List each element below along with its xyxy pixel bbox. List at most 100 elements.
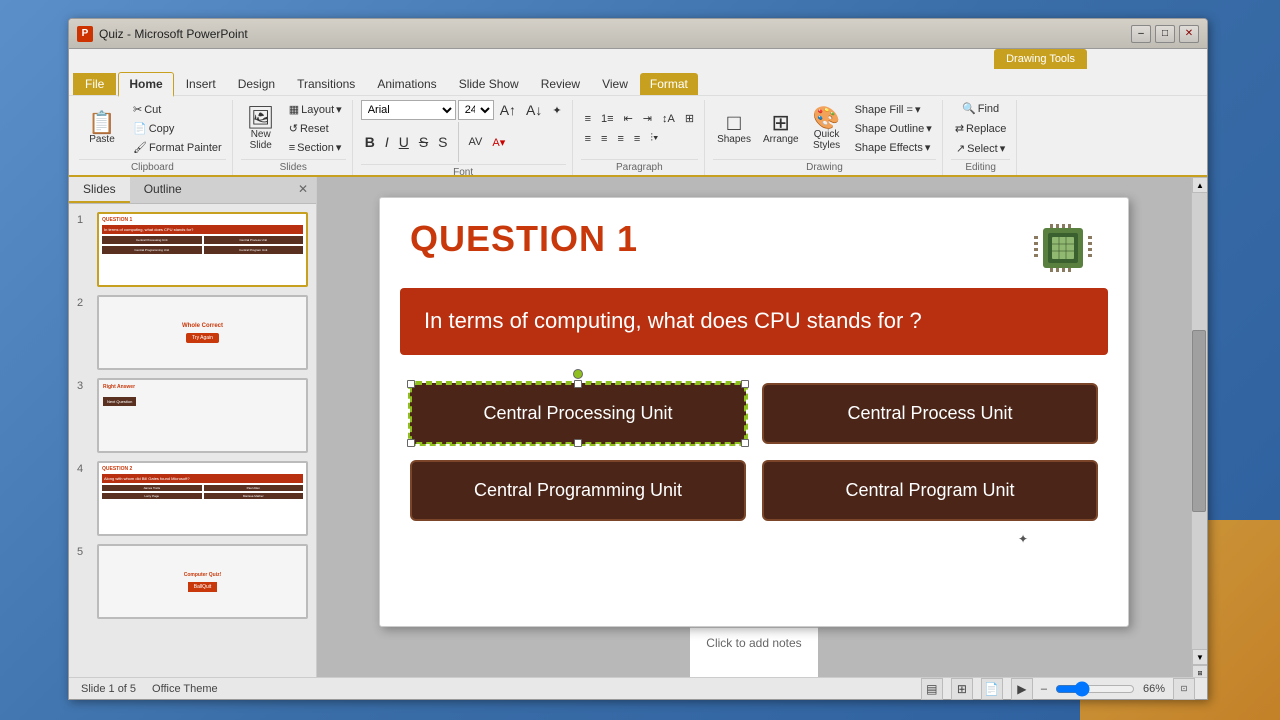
zoom-fit-button[interactable]: ⊡	[1173, 678, 1195, 700]
canvas-area[interactable]: QUESTION 1	[317, 177, 1191, 677]
thumb1-ans3: Central Programming Unit	[102, 246, 202, 254]
text-direction-button[interactable]: ↕A	[658, 111, 679, 127]
tab-design[interactable]: Design	[228, 73, 285, 95]
scroll-up-button[interactable]: ▲	[1192, 177, 1207, 193]
columns-button[interactable]: ⫶▾	[646, 130, 662, 147]
vertical-scrollbar[interactable]: ▲ ▼ ⊞ ▼	[1191, 177, 1207, 677]
justify-button[interactable]: ≡	[630, 131, 644, 147]
answer-button-1[interactable]: Central Processing Unit	[410, 383, 746, 444]
paragraph-content: ≡ 1≡ ⇤ ⇥ ↕A ⊞ ≡ ≡ ≡ ≡ ⫶▾	[581, 100, 698, 157]
rotation-handle[interactable]	[573, 369, 583, 379]
tab-insert[interactable]: Insert	[176, 73, 226, 95]
panel-close-button[interactable]: ✕	[290, 177, 316, 203]
panel-tab-outline[interactable]: Outline	[130, 177, 196, 203]
shadow-button[interactable]: S	[434, 132, 451, 152]
panel-tab-slides[interactable]: Slides	[69, 177, 130, 203]
close-button[interactable]: ✕	[1179, 25, 1199, 43]
thumb4-title: QUESTION 2	[102, 466, 303, 472]
shape-outline-button[interactable]: Shape Outline ▾	[851, 120, 936, 137]
scroll-thumb-v[interactable]	[1192, 330, 1206, 512]
format-painter-button[interactable]: 🖌 Format Painter	[129, 139, 226, 156]
slide-sorter-button[interactable]: ⊞	[951, 678, 973, 700]
reset-button[interactable]: ↺ Reset	[285, 120, 346, 137]
slide-thumbnail-1[interactable]: 1 QUESTION 1 In terms of computing, what…	[77, 212, 308, 287]
find-button[interactable]: 🔍 Find	[958, 100, 1003, 117]
slide-thumbnail-3[interactable]: 3 Right Answer Next Question	[77, 378, 308, 453]
tab-animations[interactable]: Animations	[367, 73, 446, 95]
shapes-button[interactable]: □ Shapes	[713, 110, 755, 147]
copy-button[interactable]: 📄 Copy	[129, 120, 226, 137]
strikethrough-button[interactable]: S	[415, 132, 432, 152]
align-center-button[interactable]: ≡	[597, 131, 611, 147]
arrange-button[interactable]: ⊞ Arrange	[759, 110, 803, 147]
decrease-font-button[interactable]: A↓	[522, 100, 546, 120]
main-area: Slides Outline ✕ 1 QUESTION 1 In terms o…	[69, 177, 1207, 677]
char-spacing-button[interactable]: AV	[465, 134, 487, 150]
section-button[interactable]: ≡ Section ▾	[285, 139, 346, 156]
decrease-indent-button[interactable]: ⇤	[620, 110, 637, 127]
slide-thumbnail-2[interactable]: 2 Whole Correct Try Again	[77, 295, 308, 370]
canvas-with-scroll: QUESTION 1	[317, 177, 1207, 677]
slide-canvas: QUESTION 1	[379, 197, 1129, 627]
tab-format[interactable]: Format	[640, 73, 698, 95]
ribbon-group-editing: 🔍 Find ⇄ Replace ↗ Select ▾ Editing	[945, 100, 1018, 175]
increase-indent-button[interactable]: ⇥	[639, 110, 656, 127]
slide-thumbnail-5[interactable]: 5 Computer Quiz! BallQuit	[77, 544, 308, 619]
numbering-button[interactable]: 1≡	[597, 111, 618, 127]
notes-area[interactable]: Click to add notes	[690, 627, 817, 677]
underline-button[interactable]: U	[395, 132, 413, 152]
handle-tm	[574, 380, 582, 388]
minimize-button[interactable]: –	[1131, 25, 1151, 43]
slideshow-button[interactable]: ▶	[1011, 678, 1033, 700]
shape-fill-button[interactable]: Shape Fill = ▾	[851, 101, 936, 118]
tab-home[interactable]: Home	[118, 72, 173, 97]
answer-button-4[interactable]: Central Program Unit	[762, 460, 1098, 521]
layout-button[interactable]: ▦ Layout ▾	[285, 101, 346, 118]
slide-number-3: 3	[77, 378, 91, 453]
maximize-button[interactable]: □	[1155, 25, 1175, 43]
notes-placeholder[interactable]: Click to add notes	[706, 636, 801, 650]
thumb1-question: QUESTION 1	[102, 217, 303, 223]
tab-slideshow[interactable]: Slide Show	[449, 73, 529, 95]
bold-button[interactable]: B	[361, 132, 379, 152]
font-content: Arial 24 A↑ A↓ ✦ B I U S S	[361, 100, 566, 162]
thumb1-answers: Central Processing Unit Central Process …	[102, 236, 303, 254]
bullets-button[interactable]: ≡	[581, 111, 595, 127]
cpu-icon	[1028, 218, 1098, 278]
scroll-down-button[interactable]: ▼	[1192, 649, 1207, 665]
thumb1-ans1: Central Processing Unit	[102, 236, 202, 244]
tab-transitions[interactable]: Transitions	[287, 73, 365, 95]
tab-review[interactable]: Review	[531, 73, 590, 95]
drawing-label: Drawing	[713, 159, 936, 175]
font-name-select[interactable]: Arial	[361, 100, 456, 120]
tab-file[interactable]: File	[73, 73, 116, 95]
align-left-button[interactable]: ≡	[581, 131, 595, 147]
select-button[interactable]: ↗ Select ▾	[952, 140, 1009, 157]
answer-button-3[interactable]: Central Programming Unit	[410, 460, 746, 521]
zoom-slider[interactable]	[1055, 681, 1135, 697]
drawing-tools-tab[interactable]: Drawing Tools	[994, 49, 1087, 69]
tab-view[interactable]: View	[592, 73, 638, 95]
slide-thumbnail-4[interactable]: 4 QUESTION 2 Along with whom did Bill Ga…	[77, 461, 308, 536]
reading-view-button[interactable]: 📄	[981, 678, 1003, 700]
thumb3-title: Right Answer	[103, 384, 302, 390]
scroll-track-v[interactable]	[1192, 193, 1207, 649]
quick-styles-button[interactable]: 🎨 Quick Styles	[807, 105, 847, 153]
scroll-zoom-button[interactable]: ⊞	[1192, 665, 1207, 677]
shape-effects-button[interactable]: Shape Effects ▾	[851, 139, 936, 156]
normal-view-button[interactable]: ▤	[921, 678, 943, 700]
font-size-select[interactable]: 24	[458, 100, 494, 120]
replace-button[interactable]: ⇄ Replace	[951, 120, 1011, 137]
new-slide-button[interactable]: 🖼 New Slide	[241, 105, 281, 153]
paste-button[interactable]: 📋 Paste	[79, 110, 125, 147]
answers-grid: Central Processing Unit	[380, 363, 1128, 541]
increase-font-button[interactable]: A↑	[496, 100, 520, 120]
italic-button[interactable]: I	[381, 132, 393, 152]
answer-button-2[interactable]: Central Process Unit	[762, 383, 1098, 444]
handle-bl	[407, 439, 415, 447]
font-color-button[interactable]: A▾	[488, 134, 509, 151]
align-right-button[interactable]: ≡	[613, 131, 627, 147]
clear-format-button[interactable]: ✦	[548, 102, 565, 119]
cut-button[interactable]: ✂ Cut	[129, 101, 226, 118]
convert-to-smartart-button[interactable]: ⊞	[681, 110, 698, 127]
